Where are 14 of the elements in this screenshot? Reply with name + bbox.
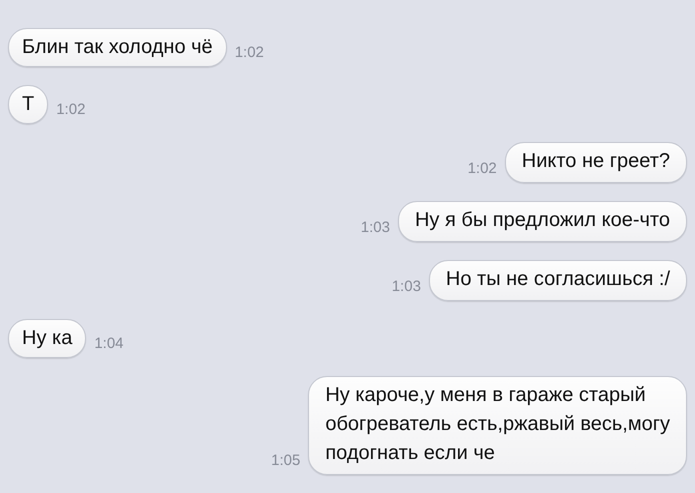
message-time: 1:02 [56, 101, 86, 120]
message-time: 1:02 [468, 160, 497, 179]
message-bubble: Но ты не согласишься :/ [428, 260, 687, 301]
message-bubble: Ну я бы предложил кое-что [398, 201, 687, 242]
message-time: 1:03 [392, 278, 421, 297]
message-bubble: Ну кароче,у меня в гараже старый обогреватель есть,ржавый весь,могу подогнать если че [308, 376, 687, 475]
message-bubble: Блин так холодно чё [8, 28, 227, 67]
message-time: 1:05 [271, 452, 300, 471]
message-time: 1:04 [94, 335, 124, 354]
message-bubble: Никто не греет? [504, 142, 687, 183]
message-time: 1:02 [234, 44, 264, 63]
message-time: 1:03 [360, 219, 390, 238]
message-bubble: Т [8, 85, 48, 124]
message-bubble: Ну ка [8, 319, 86, 358]
